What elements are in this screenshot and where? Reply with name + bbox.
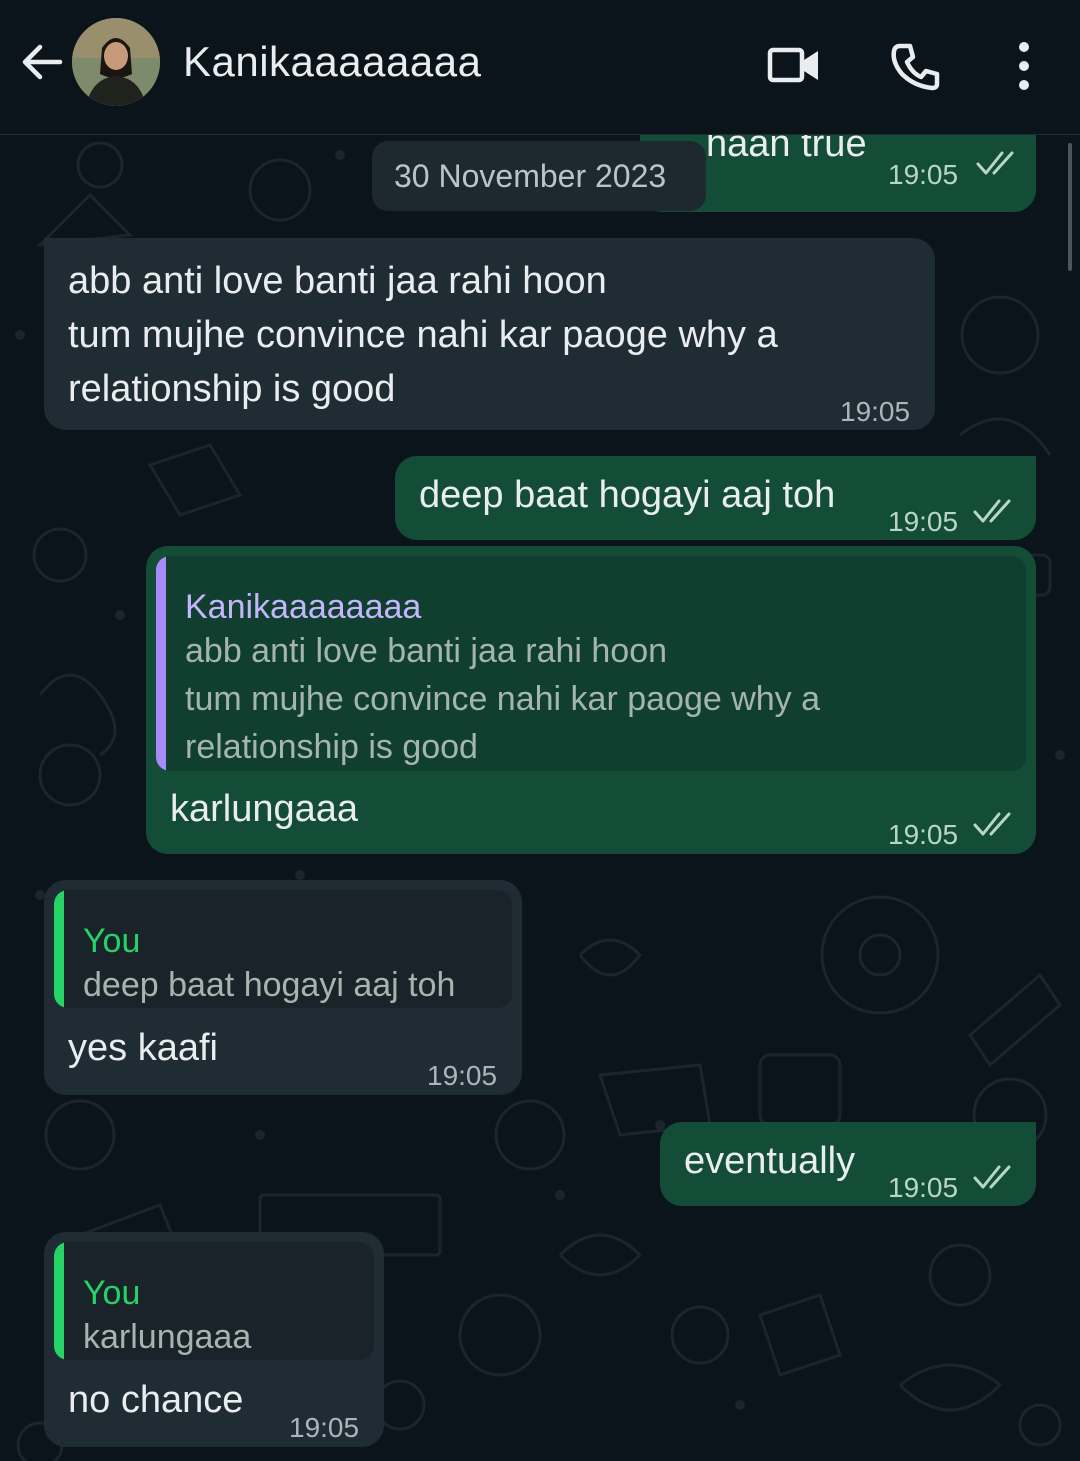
chat-area[interactable]: 30 November 2023 haan true 19:05 abb ant… — [0, 135, 1080, 1461]
message-bubble-outgoing[interactable]: eventually 19:05 — [660, 1122, 1036, 1206]
message-bubble-outgoing-reply[interactable]: Kanikaaaaaaaa abb anti love banti jaa ra… — [146, 546, 1036, 854]
message-time: 19:05 — [289, 1412, 360, 1443]
date-chip-label: 30 November 2023 — [394, 158, 667, 194]
message-text: no chance — [68, 1379, 244, 1421]
quote-author: You — [83, 922, 141, 960]
scrollbar[interactable] — [1068, 143, 1072, 271]
message-time: 19:05 — [840, 396, 911, 427]
message-text: haan true — [706, 135, 867, 165]
message-bubble-incoming-reply[interactable]: You deep baat hogayi aaj toh yes kaafi 1… — [44, 880, 522, 1095]
quote-text: abb anti love banti jaa rahi hoon tum mu… — [185, 632, 821, 766]
phone-icon[interactable] — [888, 38, 944, 94]
quote-text: karlungaaa — [83, 1318, 252, 1356]
quote-bar — [54, 890, 64, 1008]
read-receipt-icon — [976, 151, 1014, 175]
message-time: 19:05 — [888, 819, 959, 850]
video-call-icon[interactable] — [766, 38, 822, 94]
quote-author: Kanikaaaaaaaa — [185, 588, 422, 626]
message-time: 19:05 — [888, 1172, 959, 1203]
quoted-message[interactable]: You karlungaaa — [54, 1242, 374, 1360]
message-time: 19:05 — [888, 506, 959, 537]
quote-author: You — [83, 1274, 141, 1312]
read-receipt-icon — [973, 1165, 1011, 1189]
back-arrow-icon[interactable] — [18, 38, 66, 86]
chat-header: Kanikaaaaaaaa — [0, 0, 1080, 135]
contact-name[interactable]: Kanikaaaaaaaa — [183, 38, 481, 86]
message-text: deep baat hogayi aaj toh — [419, 474, 836, 516]
contact-avatar[interactable] — [72, 18, 160, 106]
message-time: 19:05 — [427, 1060, 498, 1091]
more-options-icon[interactable] — [996, 38, 1052, 94]
message-text: abb anti love banti jaa rahi hoon tum mu… — [68, 260, 778, 410]
message-text: eventually — [684, 1140, 856, 1182]
message-time: 19:05 — [888, 159, 959, 190]
quote-text: deep baat hogayi aaj toh — [83, 966, 456, 1004]
message-bubble-incoming-reply[interactable]: You karlungaaa no chance 19:05 — [44, 1232, 384, 1447]
quote-bar — [54, 1242, 64, 1360]
quoted-message[interactable]: You deep baat hogayi aaj toh — [54, 890, 512, 1008]
quote-bar — [156, 556, 166, 771]
message-text: karlungaaa — [170, 788, 359, 830]
quoted-message[interactable]: Kanikaaaaaaaa abb anti love banti jaa ra… — [156, 556, 1026, 771]
message-text: yes kaafi — [68, 1027, 218, 1069]
message-bubble-outgoing[interactable]: deep baat hogayi aaj toh 19:05 — [395, 456, 1036, 540]
read-receipt-icon — [973, 812, 1011, 836]
read-receipt-icon — [973, 499, 1011, 523]
date-chip: 30 November 2023 — [372, 141, 706, 211]
message-bubble-incoming[interactable]: abb anti love banti jaa rahi hoon tum mu… — [44, 238, 935, 430]
